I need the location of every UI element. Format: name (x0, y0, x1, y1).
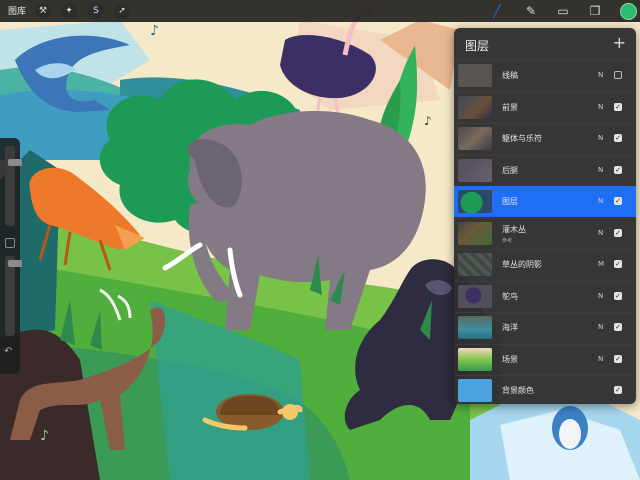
blend-mode-button[interactable]: N (598, 292, 603, 300)
blend-mode-button[interactable]: N (598, 229, 603, 237)
layer-thumbnail[interactable] (458, 221, 492, 245)
layer-thumbnail[interactable] (458, 127, 492, 150)
opacity-thumb[interactable] (8, 260, 22, 267)
layer-name: 图层 (502, 197, 518, 206)
selection-icon[interactable]: S (88, 3, 104, 19)
layer-thumbnail[interactable] (458, 64, 492, 87)
brush-icon[interactable]: ╱ (488, 2, 506, 20)
eraser-icon[interactable]: ▭ (554, 2, 572, 20)
layer-name: 灌木丛 (502, 224, 526, 234)
eyedropper-modify-button[interactable] (5, 238, 15, 248)
blend-mode-button[interactable]: N (598, 323, 603, 331)
layer-name: 前景 (502, 102, 518, 112)
layers-panel-title: 图层 (465, 39, 490, 53)
visibility-checkbox[interactable]: ✓ (614, 165, 622, 174)
blend-mode-button[interactable]: N (598, 71, 603, 79)
visibility-checkbox[interactable]: ✓ (614, 102, 622, 111)
layer-row[interactable]: 后腿 N ✓ (454, 154, 636, 186)
svg-text:♪: ♪ (424, 114, 432, 128)
layer-name: 背景颜色 (502, 386, 534, 395)
layer-name: 躯体与乐符 (502, 134, 542, 143)
layer-thumbnail[interactable] (458, 284, 492, 308)
visibility-checkbox[interactable]: ✓ (614, 71, 622, 79)
layer-thumbnail[interactable] (458, 347, 492, 371)
top-toolbar: 图库 ⚒ ✦ S ➚ ╱ ✎ ▭ ❐ (0, 0, 640, 22)
blend-mode-button[interactable]: N (598, 197, 603, 205)
layer-name: 后腿 (502, 165, 518, 175)
svg-text:♪: ♪ (40, 428, 49, 444)
layer-row[interactable]: 前景 N ✓ (454, 91, 636, 123)
color-picker-swatch[interactable] (620, 3, 637, 20)
svg-text:♪: ♪ (150, 23, 159, 39)
visibility-checkbox[interactable]: ✓ (614, 386, 622, 394)
layer-row[interactable]: 草丛的阴影 M ✓ (454, 249, 636, 280)
blend-mode-button[interactable]: N (598, 166, 603, 174)
layer-row[interactable]: 背景颜色 ✓ (454, 375, 636, 406)
layer-name: 草丛的阴影 (502, 260, 542, 269)
blend-mode-button[interactable]: N (598, 134, 603, 142)
left-sidebar: ↶ (0, 138, 22, 374)
layer-name: 场景 (502, 354, 518, 364)
layer-row[interactable]: 鸵鸟 N ✓ (454, 280, 636, 312)
transform-icon[interactable]: ➚ (114, 3, 130, 19)
visibility-checkbox[interactable]: ✓ (614, 228, 622, 237)
wrench-icon[interactable]: ⚒ (35, 3, 51, 19)
opacity-slider[interactable] (5, 256, 22, 336)
layer-name: 鸵鸟 (502, 291, 518, 301)
layer-thumbnail[interactable] (458, 379, 492, 402)
layer-row[interactable]: 躯体与乐符 N ✓ (454, 123, 636, 154)
blend-mode-button[interactable]: N (598, 355, 603, 363)
brush-size-thumb[interactable] (8, 159, 22, 166)
visibility-checkbox[interactable]: ✓ (614, 134, 622, 142)
layer-row[interactable]: 灌木丛参考 N ✓ (454, 217, 636, 249)
layer-thumbnail[interactable] (458, 158, 492, 182)
layer-thumbnail[interactable] (458, 190, 492, 213)
layer-thumbnail[interactable] (458, 316, 492, 339)
gallery-button[interactable]: 图库 (8, 4, 26, 17)
layer-row[interactable]: 场景 N ✓ (454, 343, 636, 375)
layer-row[interactable]: 线稿 N ✓ (454, 60, 636, 91)
blend-mode-button[interactable]: M (598, 260, 604, 268)
smudge-icon[interactable]: ✎ (522, 2, 540, 20)
layer-row[interactable]: 海洋 N ✓ (454, 312, 636, 343)
brush-size-slider[interactable] (5, 146, 22, 226)
blend-mode-button[interactable]: N (598, 103, 603, 111)
layer-thumbnail[interactable] (458, 95, 492, 119)
visibility-checkbox[interactable]: ✓ (614, 260, 622, 268)
visibility-checkbox[interactable]: ✓ (614, 291, 622, 300)
visibility-checkbox[interactable]: ✓ (614, 323, 622, 331)
add-layer-icon[interactable]: + (613, 33, 626, 52)
layers-panel: 图层 + 线稿N✓前景N✓躯体与乐符N✓后腿N✓图层N✓灌木丛参考N✓草丛的阴影… (454, 28, 636, 404)
visibility-checkbox[interactable]: ✓ (614, 354, 622, 363)
visibility-checkbox[interactable]: ✓ (614, 197, 622, 205)
undo-icon[interactable]: ↶ (4, 346, 12, 357)
layer-subtitle: 参考 (502, 237, 513, 244)
layer-thumbnail[interactable] (458, 253, 492, 276)
layer-name: 海洋 (502, 323, 518, 332)
magic-wand-icon[interactable]: ✦ (61, 3, 77, 19)
layer-name: 线稿 (502, 71, 518, 80)
layers-icon[interactable]: ❐ (586, 2, 604, 20)
layer-row[interactable]: 图层 N ✓ (454, 186, 636, 217)
